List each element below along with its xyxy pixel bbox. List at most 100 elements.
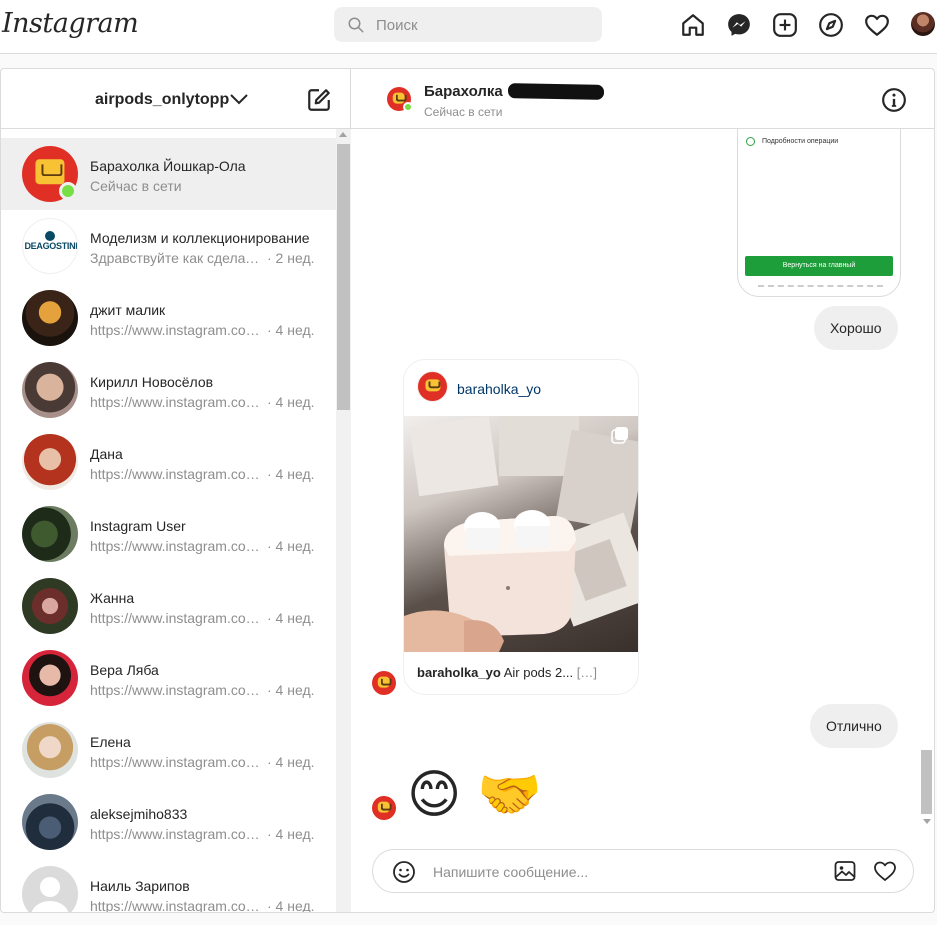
cart-icon [392, 92, 408, 104]
emoji-message[interactable]: 🤝 [477, 765, 542, 825]
new-post-icon[interactable] [772, 12, 798, 38]
conversation-preview: https://www.instagram.co… [90, 682, 260, 698]
post-image[interactable] [404, 415, 638, 652]
shared-screenshot[interactable]: Подробности операции Вернуться на главны… [737, 129, 901, 297]
airpods-photo [404, 415, 638, 652]
conversation-item[interactable]: Дана https://www.instagram.co… · 4 нед. [1, 426, 336, 498]
chat-scrollbar[interactable] [919, 129, 934, 829]
conversation-name: Наиль Зарипов [90, 878, 190, 894]
conversation-time: · 4 нед. [267, 610, 315, 626]
scroll-up-arrow[interactable] [339, 132, 347, 137]
conversation-name: Барахолка Йошкар-Ола [90, 158, 246, 174]
conversation-name: Жанна [90, 590, 135, 606]
conversation-item[interactable]: Барахолка Йошкар-Ола Сейчас в сети [1, 138, 336, 210]
online-indicator [403, 102, 413, 112]
conversation-item[interactable]: Наиль Зарипов https://www.instagram.co… … [1, 858, 336, 912]
conversation-item[interactable]: Жанна https://www.instagram.co… · 4 нед. [1, 570, 336, 642]
image-upload-icon[interactable] [833, 859, 857, 883]
screenshot-button: Вернуться на главный [745, 256, 893, 276]
post-caption: baraholka_yo Air pods 2... […] [417, 665, 597, 680]
conversation-item[interactable]: Вера Ляба https://www.instagram.co… · 4 … [1, 642, 336, 714]
search-input[interactable] [376, 15, 586, 35]
conversation-name: Елена [90, 734, 131, 750]
post-username[interactable]: baraholka_yo [457, 381, 541, 397]
conversation-item[interactable]: Кирилл Новосёлов https://www.instagram.c… [1, 354, 336, 426]
conversation-time: · 4 нед. [267, 754, 315, 770]
direct-panel: airpods_onlytopp Барахолка Йошкар-Ола Се… [0, 68, 935, 913]
cart-icon [35, 159, 65, 184]
search-icon [348, 17, 364, 33]
search-box[interactable] [334, 7, 602, 42]
scroll-down-arrow[interactable] [923, 819, 931, 824]
info-icon[interactable] [881, 87, 907, 113]
chat-title[interactable]: Барахолка [424, 83, 503, 100]
avatar [22, 722, 78, 778]
conversation-name: Моделизм и коллекционирование [90, 230, 310, 246]
sender-avatar[interactable] [372, 671, 396, 695]
conversation-preview: https://www.instagram.co… [90, 322, 260, 338]
conversation-item[interactable]: Елена https://www.instagram.co… · 4 нед. [1, 714, 336, 786]
caption-username[interactable]: baraholka_yo [417, 665, 501, 680]
screenshot-nav-bar [758, 285, 883, 287]
inbox-header: airpods_onlytopp [1, 69, 350, 129]
profile-avatar[interactable] [911, 12, 935, 36]
conversation-item[interactable]: DEAGOSTINI Моделизм и коллекционирование… [1, 210, 336, 282]
conversation-time: · 4 нед. [267, 322, 315, 338]
avatar [22, 866, 78, 912]
heart-icon[interactable] [864, 12, 890, 38]
conversation-name: aleksejmiho833 [90, 806, 188, 822]
new-message-icon[interactable] [306, 87, 332, 113]
message-thread: Подробности операции Вернуться на главны… [351, 129, 919, 847]
conversation-preview: https://www.instagram.co… [90, 538, 260, 554]
conversation-time: · 4 нед. [267, 394, 315, 410]
instagram-logo[interactable]: Instagram [2, 8, 139, 39]
cart-icon [377, 801, 393, 813]
conversation-item[interactable]: Instagram User https://www.instagram.co…… [1, 498, 336, 570]
avatar [22, 362, 78, 418]
conversation-list: Барахолка Йошкар-Ола Сейчас в сети DEAGO… [1, 138, 336, 912]
like-heart-icon[interactable] [873, 859, 897, 883]
sender-avatar[interactable] [372, 796, 396, 820]
message-bubble[interactable]: Отлично [810, 704, 898, 748]
top-navigation: Instagram [0, 0, 937, 54]
messenger-icon[interactable] [726, 12, 752, 38]
avatar [22, 794, 78, 850]
conversation-scrollbar[interactable] [336, 129, 351, 912]
conversation-preview: Сейчас в сети [90, 178, 182, 194]
post-avatar [417, 371, 448, 402]
conversation-name: Дана [90, 446, 123, 462]
message-input[interactable] [433, 862, 813, 882]
chevron-down-icon[interactable] [229, 91, 249, 107]
cart-icon [377, 676, 393, 688]
chat-pane: Барахолка Сейчас в сети Подробности опер… [351, 69, 934, 912]
avatar: DEAGOSTINI [22, 218, 78, 274]
screenshot-text: Подробности операции [762, 138, 839, 145]
caption-more[interactable]: […] [573, 665, 597, 680]
home-icon[interactable] [680, 12, 706, 38]
explore-icon[interactable] [818, 12, 844, 38]
account-switcher[interactable]: airpods_onlytopp [95, 91, 229, 109]
conversation-item[interactable]: джит малик https://www.instagram.co… · 4… [1, 282, 336, 354]
emoji-message[interactable]: 😊 [407, 765, 461, 825]
conversation-time: · 4 нед. [267, 826, 315, 842]
conversation-name: Вера Ляба [90, 662, 159, 678]
avatar [22, 290, 78, 346]
avatar [22, 506, 78, 562]
scrollbar-thumb[interactable] [337, 144, 350, 410]
carousel-icon [611, 427, 628, 444]
conversation-preview: https://www.instagram.co… [90, 466, 260, 482]
conversation-preview: https://www.instagram.co… [90, 394, 260, 410]
conversation-name: джит малик [90, 302, 166, 318]
avatar [22, 578, 78, 634]
conversation-preview: https://www.instagram.co… [90, 826, 260, 842]
shared-post[interactable]: baraholka_yo baraholka_yo Air pods 2... … [403, 359, 639, 695]
conversation-preview: https://www.instagram.co… [90, 898, 260, 912]
message-bubble[interactable]: Хорошо [814, 306, 898, 350]
conversation-preview: Здравствуйте как сделать… [90, 250, 263, 266]
conversation-name: Кирилл Новосёлов [90, 374, 214, 390]
emoji-picker-icon[interactable] [392, 860, 416, 884]
conversation-item[interactable]: aleksejmiho833 https://www.instagram.co…… [1, 786, 336, 858]
scrollbar-thumb[interactable] [921, 750, 932, 814]
online-indicator [59, 182, 77, 200]
cart-icon [424, 378, 441, 392]
